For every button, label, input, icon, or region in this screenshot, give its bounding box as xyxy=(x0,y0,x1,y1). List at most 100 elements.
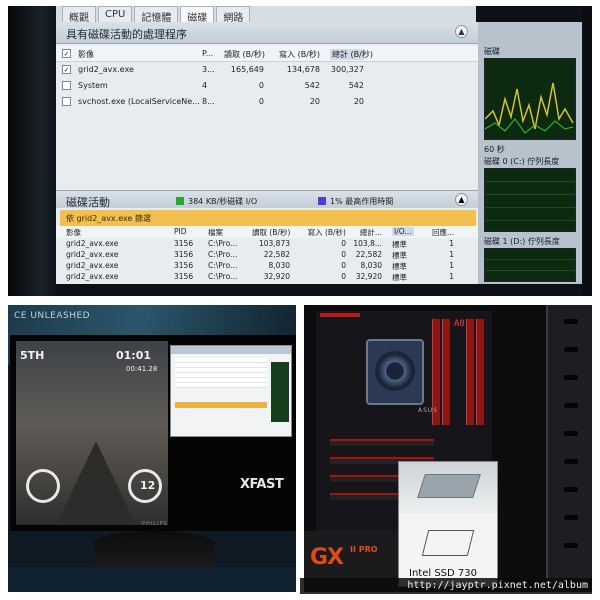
monitor-brand: PHILIPS xyxy=(142,521,168,527)
disk-response: 1 xyxy=(449,250,454,259)
backdrop-text: CE UNLEASHED xyxy=(14,311,91,321)
table-row[interactable]: System 4 0 542 542 xyxy=(56,78,478,94)
rack-hole xyxy=(564,347,578,352)
rack-hole xyxy=(564,459,578,464)
disk-write: 0 xyxy=(341,272,346,281)
disk-total: 22,582 xyxy=(355,250,382,259)
racing-game-window: 5TH 01:01 00:41.28 12 xyxy=(16,341,168,525)
disk-image: grid2_avx.exe xyxy=(66,272,119,281)
rack-hole xyxy=(564,487,578,492)
pcie-slot xyxy=(330,439,434,446)
tab-memory[interactable]: 記憶體 xyxy=(134,6,179,24)
ram-slot xyxy=(442,319,450,425)
table-row[interactable]: svchost.exe (LocalServiceNe... 8... 0 20… xyxy=(56,94,478,110)
process-table: ✓ 影像 P... 讀取 (B/秒) 寫入 (B/秒) 總計 (B/秒) ✓ g… xyxy=(56,46,478,110)
tab-bar: 概觀 CPU 記憶體 磁碟 網路 xyxy=(56,6,476,24)
disk-total: 103,8... xyxy=(353,239,382,248)
column-pid[interactable]: PID xyxy=(174,227,187,236)
hud-split: 00:41.28 xyxy=(126,365,158,373)
rpm-gauge xyxy=(26,469,60,503)
column-total[interactable]: 總計 (B/秒) xyxy=(330,49,373,60)
disk-write: 0 xyxy=(341,250,346,259)
disk-read: 103,873 xyxy=(258,239,290,248)
column-io-priority[interactable]: I/O... xyxy=(392,227,414,236)
tab-network[interactable]: 網路 xyxy=(216,6,251,24)
tab-overview[interactable]: 概觀 xyxy=(62,6,96,24)
cpu-cooler xyxy=(366,339,424,405)
checkbox-all[interactable]: ✓ xyxy=(62,49,71,58)
table-row[interactable]: grid2_avx.exe 3156 C:\Pro... 32,920 0 32… xyxy=(56,271,478,282)
disk-activity-table: 影像 PID 檔案 讀取 (B/秒) 寫入 (B/秒) 總計... I/O...… xyxy=(56,226,478,282)
ram-slot xyxy=(476,319,484,425)
board-brand: ASUS xyxy=(418,407,439,414)
process-section-title: 具有磁碟活動的處理程序 xyxy=(66,28,187,41)
hud-speed: 12 xyxy=(140,479,156,492)
column-read[interactable]: 讀取 (B/秒) xyxy=(252,227,290,238)
active-time-legend: 1% 最高作用時間 xyxy=(330,197,394,206)
disk-write: 0 xyxy=(341,239,346,248)
row-checkbox[interactable] xyxy=(62,97,71,106)
process-pid: 3... xyxy=(202,65,215,74)
column-file[interactable]: 檔案 xyxy=(208,227,223,238)
table-row[interactable]: grid2_avx.exe 3156 C:\Pro... 22,582 0 22… xyxy=(56,249,478,260)
board-trim xyxy=(320,313,360,317)
table-row[interactable]: grid2_avx.exe 3156 C:\Pro... 8,030 0 8,0… xyxy=(56,260,478,271)
process-pid: 8... xyxy=(202,97,215,106)
process-read: 0 xyxy=(258,97,264,106)
disk-read: 8,030 xyxy=(268,261,290,270)
process-name: System xyxy=(78,81,108,90)
column-image[interactable]: 影像 xyxy=(78,49,94,60)
rack-hole xyxy=(564,375,578,380)
io-legend-swatch xyxy=(176,197,184,205)
disk-io-graph-line xyxy=(484,82,574,134)
column-pid[interactable]: P... xyxy=(202,49,213,58)
tab-cpu[interactable]: CPU xyxy=(98,6,133,22)
row-checkbox[interactable] xyxy=(62,81,71,90)
column-total[interactable]: 總計... xyxy=(350,227,382,238)
ssd-illustration xyxy=(421,530,475,556)
case-rack xyxy=(546,305,592,592)
process-name: grid2_avx.exe xyxy=(78,65,134,74)
column-response[interactable]: 回應... xyxy=(432,227,454,238)
disk-pid: 3156 xyxy=(174,261,194,270)
process-write: 134,678 xyxy=(286,65,320,74)
ram-slot xyxy=(466,319,474,425)
table-row[interactable]: ✓ grid2_avx.exe 3... 165,649 134,678 300… xyxy=(56,62,478,78)
disk-file: C:\Pro... xyxy=(208,250,238,259)
column-read[interactable]: 讀取 (B/秒) xyxy=(224,49,265,60)
column-write[interactable]: 寫入 (B/秒) xyxy=(296,227,346,238)
activity-graph xyxy=(271,362,289,422)
filter-banner xyxy=(175,402,267,408)
tab-disk[interactable]: 磁碟 xyxy=(180,6,215,24)
disk-response: 1 xyxy=(449,239,454,248)
row-checkbox[interactable]: ✓ xyxy=(62,65,71,74)
resource-monitor-window xyxy=(170,345,292,437)
rack-hole xyxy=(564,319,578,324)
psu-brand: GX xyxy=(310,545,344,570)
filter-banner: 依 grid2_avx.exe 篩選 xyxy=(60,210,476,226)
process-pid: 4 xyxy=(202,81,208,90)
disk-image: grid2_avx.exe xyxy=(66,261,119,270)
debug-led: A0 xyxy=(454,319,465,329)
gaming-monitor-photo: CE UNLEASHED 5TH 01:01 00:41.28 12 XFAST… xyxy=(8,305,296,592)
io-legend: 384 KB/秒磁碟 I/O xyxy=(188,197,258,206)
disk-pid: 3156 xyxy=(174,250,194,259)
disk-read: 22,582 xyxy=(263,250,290,259)
column-write[interactable]: 寫入 (B/秒) xyxy=(278,49,320,60)
ssd-photo xyxy=(399,462,497,514)
process-section-header[interactable]: 具有磁碟活動的處理程序 ▲ xyxy=(56,22,478,44)
disk-table-header: 影像 PID 檔案 讀取 (B/秒) 寫入 (B/秒) 總計... I/O...… xyxy=(56,226,478,238)
table-row[interactable]: grid2_avx.exe 3156 C:\Pro... 103,873 0 1… xyxy=(56,238,478,249)
rack-hole xyxy=(564,543,578,548)
disk-activity-header[interactable]: 磁碟活動 384 KB/秒磁碟 I/O 1% 最高作用時間 ▲ xyxy=(56,190,478,209)
process-total: 300,327 xyxy=(330,65,364,74)
chevron-up-icon[interactable]: ▲ xyxy=(455,193,468,206)
ssd-display-card: Intel SSD 730 xyxy=(398,461,498,587)
chevron-up-icon[interactable]: ▲ xyxy=(455,25,468,38)
resource-monitor-photo: 概觀 CPU 記憶體 磁碟 網路 具有磁碟活動的處理程序 ▲ ✓ 影像 P...… xyxy=(8,6,592,296)
process-write: 20 xyxy=(309,97,320,106)
column-image[interactable]: 影像 xyxy=(66,227,81,238)
fan-icon xyxy=(375,351,415,391)
disk1-queue-graph xyxy=(484,248,576,282)
disk-image: grid2_avx.exe xyxy=(66,250,119,259)
